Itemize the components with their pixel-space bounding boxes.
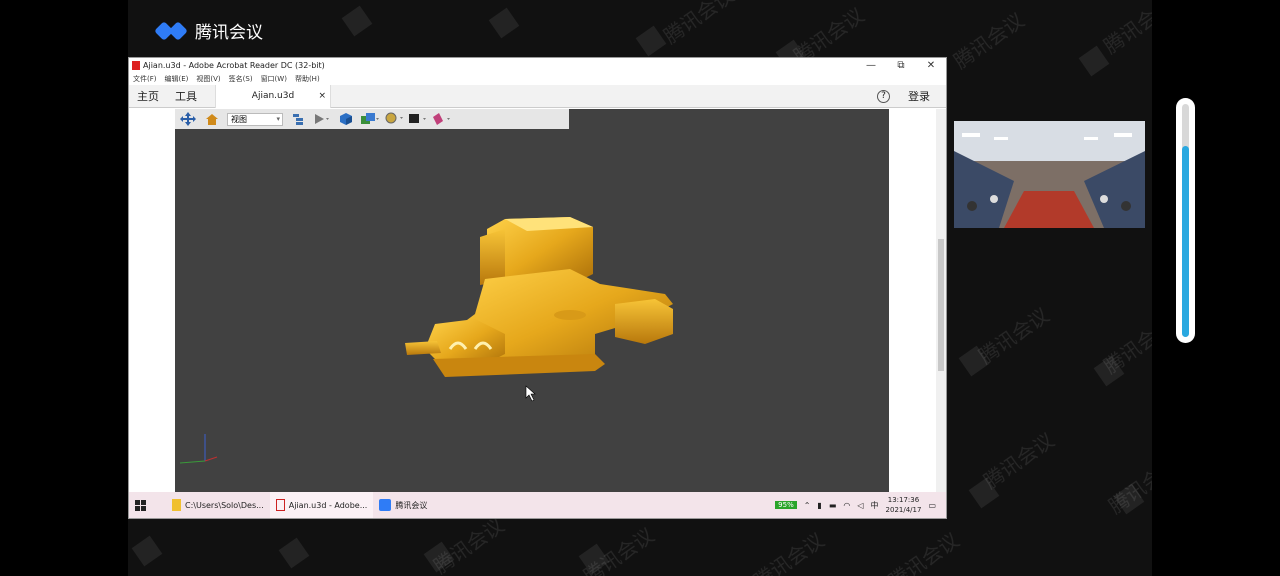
tab-tools[interactable]: 工具 (167, 88, 205, 104)
watermark-text: 腾讯会议 (659, 0, 739, 49)
watermark-text: 腾讯会议 (949, 7, 1029, 74)
windows-taskbar: C:\Users\Solo\Des... Ajian.u3d - Adobe..… (129, 492, 946, 518)
notification-icon[interactable]: ▭ (928, 501, 936, 510)
watermark-text: 腾讯会议 (749, 527, 829, 576)
clock-time: 13:17:36 (887, 496, 920, 504)
tencent-meeting-logo: 腾讯会议 (154, 18, 263, 43)
acrobat-file-icon (275, 499, 285, 511)
volume-slider[interactable] (1176, 98, 1195, 343)
watermark-mark (488, 7, 520, 39)
taskbar-acrobat[interactable]: Ajian.u3d - Adobe... (269, 492, 374, 518)
acrobat-icon (132, 61, 140, 70)
battery-indicator[interactable]: 95% (775, 501, 797, 509)
taskbar-acrobat-label: Ajian.u3d - Adobe... (288, 500, 368, 510)
clock[interactable]: 13:17:36 2021/4/17 (886, 495, 922, 515)
ime-indicator[interactable]: 中 (871, 500, 879, 511)
restore-button[interactable]: ⧉ (886, 60, 916, 71)
app-name: 腾讯会议 (195, 23, 263, 43)
menu-bar: 文件(F) 编辑(E) 视图(V) 签名(S) 窗口(W) 帮助(H) (129, 73, 946, 85)
volume-slider-track (1182, 104, 1189, 337)
close-window-button[interactable]: ✕ (916, 60, 946, 71)
clock-date: 2021/4/17 (885, 506, 922, 514)
device-icon[interactable]: ▬ (829, 501, 837, 510)
minimize-button[interactable]: — (856, 60, 886, 71)
taskbar-meeting[interactable]: 腾讯会议 (373, 492, 433, 518)
scrollbar-thumb[interactable] (938, 239, 944, 371)
login-button[interactable]: 登录 (908, 88, 930, 104)
menu-file[interactable]: 文件(F) (133, 74, 157, 84)
watermark-mark (341, 5, 373, 37)
document-area: 视图 (129, 109, 946, 493)
tab-document-label: Ajian.u3d (251, 91, 295, 101)
speaker-icon[interactable]: ◁ (857, 501, 863, 510)
window-titlebar: Ajian.u3d - Adobe Acrobat Reader DC (32-… (129, 58, 946, 73)
3d-viewport[interactable]: 视图 (175, 109, 889, 493)
tencent-meeting-logo-icon (154, 20, 189, 41)
tab-home[interactable]: 主页 (129, 88, 167, 104)
help-icon[interactable]: ? (877, 89, 890, 103)
taskbar-explorer-label: C:\Users\Solo\Des... (185, 500, 264, 510)
wifi-icon[interactable]: ◠ (843, 501, 850, 510)
3d-model (179, 217, 673, 464)
volume-slider-fill (1182, 145, 1189, 337)
watermark-text: 腾讯会议 (884, 527, 964, 576)
menu-edit[interactable]: 编辑(E) (165, 74, 189, 84)
start-button[interactable] (129, 492, 152, 518)
menu-help[interactable]: 帮助(H) (295, 74, 320, 84)
menu-view[interactable]: 视图(V) (196, 74, 220, 84)
participant-video[interactable] (954, 121, 1145, 228)
conference-room-video (954, 121, 1145, 228)
microphone-icon[interactable]: ▮ (817, 501, 821, 510)
taskbar-meeting-label: 腾讯会议 (395, 500, 428, 510)
watermark-text: 腾讯会议 (1099, 0, 1152, 59)
meeting-app-icon (379, 499, 392, 511)
vertical-scrollbar[interactable] (936, 109, 946, 493)
menu-sign[interactable]: 签名(S) (229, 74, 253, 84)
watermark-mark (131, 535, 163, 567)
folder-icon (172, 499, 181, 511)
tab-bar: 主页 工具 Ajian.u3d × ? 登录 (129, 84, 946, 108)
watermark-mark (1078, 45, 1110, 77)
chevron-up-icon[interactable]: ⌃ (804, 501, 811, 510)
acrobat-window: Ajian.u3d - Adobe Acrobat Reader DC (32-… (128, 57, 947, 519)
watermark-mark (278, 537, 310, 569)
system-tray: 95% ⌃ ▮ ▬ ◠ ◁ 中 13:17:36 2021/4/17 ▭ (775, 495, 946, 515)
menu-window[interactable]: 窗口(W) (261, 74, 287, 84)
close-tab-icon[interactable]: × (318, 91, 326, 101)
taskbar-explorer[interactable]: C:\Users\Solo\Des... (166, 492, 270, 518)
window-title: Ajian.u3d - Adobe Acrobat Reader DC (32-… (143, 61, 325, 70)
tab-document[interactable]: Ajian.u3d × (215, 84, 331, 108)
